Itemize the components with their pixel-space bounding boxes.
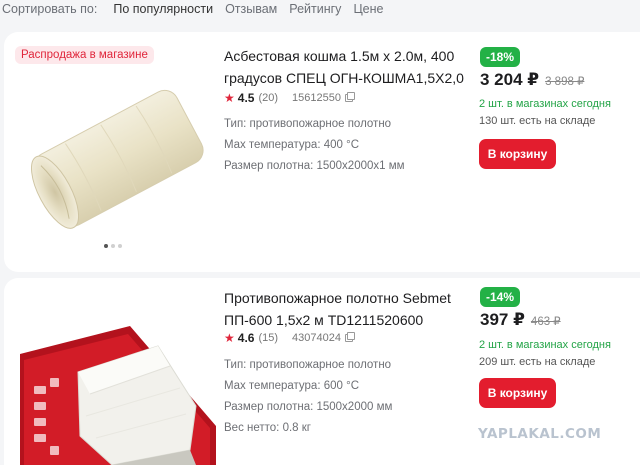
carousel-dot[interactable] — [104, 244, 108, 248]
spec-line: Тип: противопожарное полотно — [224, 118, 392, 130]
sort-bar: Сортировать по: По популярности Отзывам … — [0, 0, 640, 18]
product-specs: Тип: противопожарное полотно Max темпера… — [224, 355, 392, 439]
current-price: 3 204 ₽ — [480, 70, 540, 89]
product-title[interactable]: Противопожарное полотно Sebmet ПП-600 1,… — [224, 287, 469, 331]
rating-score: 4.5 — [237, 91, 255, 105]
store-availability[interactable]: 2 шт. в магазинах сегодня — [479, 337, 611, 354]
price-block: 3 204 ₽ 3 898 ₽ — [480, 70, 584, 90]
store-availability[interactable]: 2 шт. в магазинах сегодня — [479, 96, 611, 113]
copy-icon[interactable] — [344, 332, 355, 342]
spec-line: Max температура: 400 °C — [224, 139, 360, 151]
spec-line: Размер полотна: 1500x2000 мм — [224, 401, 393, 413]
sort-option-price[interactable]: Цене — [353, 2, 383, 16]
warehouse-availability: 209 шт. есть на складе — [479, 356, 596, 368]
product-title[interactable]: Асбестовая кошма 1.5м х 2.0м, 400 градус… — [224, 45, 469, 89]
copy-icon[interactable] — [344, 92, 355, 102]
current-price: 397 ₽ — [480, 310, 525, 329]
spec-line: Размер полотна: 1500x2000x1 мм — [224, 160, 405, 172]
watermark: YAPLAKAL.COM — [478, 426, 602, 442]
discount-badge: -14% — [480, 287, 521, 307]
availability: 2 шт. в магазинах сегодня 209 шт. есть н… — [479, 337, 611, 371]
rating-score: 4.6 — [237, 331, 255, 345]
product-rating: ★ 4.6 (15) 43074024 — [224, 331, 355, 345]
reviews-count[interactable]: (15) — [258, 332, 278, 344]
star-icon: ★ — [224, 91, 235, 105]
sort-option-reviews[interactable]: Отзывам — [225, 2, 277, 16]
sort-label: Сортировать по: — [2, 2, 98, 16]
add-to-cart-button[interactable]: В корзину — [479, 139, 556, 169]
product-rating: ★ 4.5 (20) 15612550 — [224, 91, 355, 105]
spec-line: Тип: противопожарное полотно — [224, 359, 392, 371]
spec-line: Вес нетто: 0.8 кг — [224, 422, 311, 434]
product-sku: 15612550 — [292, 92, 341, 104]
old-price: 463 ₽ — [530, 316, 561, 328]
product-specs: Тип: противопожарное полотно Max темпера… — [224, 114, 405, 177]
reviews-count[interactable]: (20) — [258, 92, 278, 104]
product-image[interactable] — [18, 78, 212, 238]
star-icon: ★ — [224, 331, 235, 345]
product-image[interactable] — [20, 326, 216, 465]
fire-blanket-package-image — [20, 326, 216, 465]
old-price: 3 898 ₽ — [545, 76, 585, 88]
availability: 2 шт. в магазинах сегодня 130 шт. есть н… — [479, 96, 611, 130]
spec-line: Max температура: 600 °C — [224, 380, 360, 392]
carousel-dot[interactable] — [111, 244, 115, 248]
price-block: 397 ₽ 463 ₽ — [480, 310, 561, 330]
sort-option-rating[interactable]: Рейтингу — [289, 2, 341, 16]
image-carousel-dots[interactable] — [104, 244, 122, 248]
sort-option-popularity[interactable]: По популярности — [113, 2, 213, 16]
add-to-cart-button[interactable]: В корзину — [479, 378, 556, 408]
carousel-dot[interactable] — [118, 244, 122, 248]
sale-badge: Распродажа в магазине — [15, 46, 154, 64]
product-sku: 43074024 — [292, 332, 341, 344]
fire-blanket-roll-image — [31, 89, 204, 229]
discount-badge: -18% — [480, 47, 521, 67]
warehouse-availability: 130 шт. есть на складе — [479, 115, 596, 127]
